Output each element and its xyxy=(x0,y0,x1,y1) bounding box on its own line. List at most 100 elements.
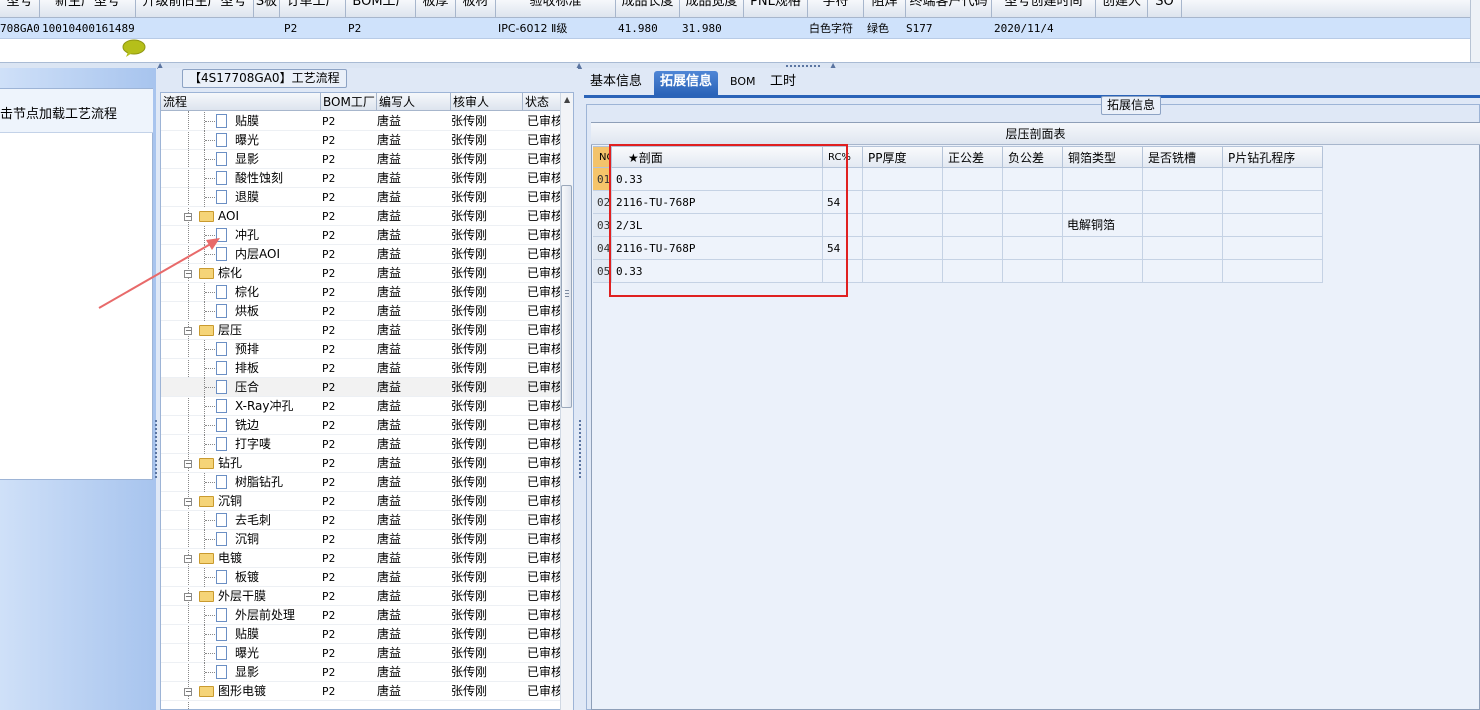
lamination-cell-copper[interactable] xyxy=(1063,260,1143,283)
process-tree-row[interactable]: 板镀 P2 唐益 张传刚 已审核 xyxy=(161,568,561,587)
lamination-cell-pp[interactable] xyxy=(863,214,943,237)
collapse-toggle-icon[interactable]: − xyxy=(184,498,192,506)
process-tree-row[interactable]: 排板 P2 唐益 张传刚 已审核 xyxy=(161,359,561,378)
col-header-material[interactable]: 板材 xyxy=(456,0,496,18)
lamination-cell-copper[interactable] xyxy=(1063,237,1143,260)
process-tree-row[interactable]: − 图形电镀 P2 唐益 张传刚 已审核 xyxy=(161,682,561,701)
lamination-cell-drill[interactable] xyxy=(1223,214,1323,237)
col-header-thickness[interactable]: 板厚 xyxy=(416,0,456,18)
lamination-cell-slot[interactable] xyxy=(1143,260,1223,283)
col-header-pnl[interactable]: PNL规格 xyxy=(744,0,808,18)
collapse-toggle-icon[interactable]: − xyxy=(184,555,192,563)
col-header-order-factory[interactable]: 订单工厂 xyxy=(280,0,346,18)
lamination-cell-drill[interactable] xyxy=(1223,237,1323,260)
process-tree-row[interactable]: − 沉铜 P2 唐益 张传刚 已审核 xyxy=(161,492,561,511)
col-header-standard[interactable]: 验收标准 xyxy=(496,0,616,18)
mid-splitter-handle[interactable] xyxy=(578,420,582,480)
col-header-pp-thickness[interactable]: PP厚度 xyxy=(863,146,943,168)
process-tree-row[interactable]: 压合 P2 唐益 张传刚 已审核 xyxy=(161,378,561,397)
process-tree-row[interactable]: 铣边 P2 唐益 张传刚 已审核 xyxy=(161,416,561,435)
lamination-cell-pp[interactable] xyxy=(863,191,943,214)
col-header-reviewer[interactable]: 核审人 xyxy=(451,93,523,111)
process-tree-row[interactable]: 退膜 P2 唐益 张传刚 已审核 xyxy=(161,188,561,207)
lamination-cell-slot[interactable] xyxy=(1143,214,1223,237)
lamination-cell-copper[interactable] xyxy=(1063,168,1143,191)
col-header-width[interactable]: 成品宽度 xyxy=(680,0,744,18)
process-tree-row[interactable]: X-Ray冲孔 P2 唐益 张传刚 已审核 xyxy=(161,397,561,416)
lamination-cell-pp[interactable] xyxy=(863,237,943,260)
lamination-cell-drill[interactable] xyxy=(1223,191,1323,214)
collapse-toggle-icon[interactable]: − xyxy=(184,460,192,468)
process-tree-row[interactable]: 去毛刺 P2 唐益 张传刚 已审核 xyxy=(161,511,561,530)
process-tree-row[interactable]: 树脂钻孔 P2 唐益 张传刚 已审核 xyxy=(161,473,561,492)
tab-extended-info[interactable]: 拓展信息 xyxy=(654,71,719,95)
process-tree-row[interactable]: 曝光 P2 唐益 张传刚 已审核 xyxy=(161,644,561,663)
col-header-neg-tolerance[interactable]: 负公差 xyxy=(1003,146,1063,168)
col-header-bom-factory[interactable]: BOM工厂 xyxy=(346,0,416,18)
col-header-created[interactable]: 型号创建时间 xyxy=(992,0,1096,18)
col-header-char[interactable]: 字符 xyxy=(808,0,864,18)
col-header-slot[interactable]: 是否铣槽 xyxy=(1143,146,1223,168)
col-header-new-model[interactable]: 新生产型号 xyxy=(40,0,136,18)
lamination-cell-slot[interactable] xyxy=(1143,237,1223,260)
process-tree-row[interactable]: 沉铜 P2 唐益 张传刚 已审核 xyxy=(161,530,561,549)
collapse-toggle-icon[interactable]: − xyxy=(184,688,192,696)
lamination-cell-pos-tol[interactable] xyxy=(943,168,1003,191)
process-tree-row[interactable]: 打字唛 P2 唐益 张传刚 已审核 xyxy=(161,435,561,454)
lamination-cell-copper[interactable] xyxy=(1063,191,1143,214)
speech-bubble-icon[interactable] xyxy=(122,39,146,57)
lamination-cell-pos-tol[interactable] xyxy=(943,237,1003,260)
lamination-cell-neg-tol[interactable] xyxy=(1003,191,1063,214)
process-tree-row[interactable]: 酸性蚀刻 P2 唐益 张传刚 已审核 xyxy=(161,169,561,188)
process-tree-row[interactable]: 外层前处理 P2 唐益 张传刚 已审核 xyxy=(161,606,561,625)
process-tree-row[interactable]: − 钻孔 P2 唐益 张传刚 已审核 xyxy=(161,454,561,473)
lamination-cell-copper[interactable]: 电解铜箔 xyxy=(1063,214,1143,237)
process-tree-row[interactable]: 显影 P2 唐益 张传刚 已审核 xyxy=(161,150,561,169)
lamination-cell-slot[interactable] xyxy=(1143,191,1223,214)
col-header-client-code[interactable]: 终端客户代码 xyxy=(906,0,992,18)
process-tree-row[interactable]: 贴膜 P2 唐益 张传刚 已审核 xyxy=(161,112,561,131)
lamination-cell-neg-tol[interactable] xyxy=(1003,214,1063,237)
process-tree-row[interactable]: 曝光 P2 唐益 张传刚 已审核 xyxy=(161,131,561,150)
col-header-model[interactable]: 型号 xyxy=(0,0,40,18)
col-header-pos-tolerance[interactable]: 正公差 xyxy=(943,146,1003,168)
lamination-cell-drill[interactable] xyxy=(1223,168,1323,191)
collapse-toggle-icon[interactable]: − xyxy=(184,213,192,221)
col-header-writer[interactable]: 编写人 xyxy=(377,93,451,111)
lamination-cell-drill[interactable] xyxy=(1223,260,1323,283)
lamination-cell-pos-tol[interactable] xyxy=(943,260,1003,283)
lamination-cell-pos-tol[interactable] xyxy=(943,214,1003,237)
tab-work-hours[interactable]: 工时 xyxy=(764,71,802,95)
lamination-cell-neg-tol[interactable] xyxy=(1003,237,1063,260)
model-grid-row[interactable]: 708GA0 10010400161489 P2 P2 IPC-6012 Ⅱ级 … xyxy=(0,18,1470,39)
process-tree-row[interactable]: − AOI P2 唐益 张传刚 已审核 xyxy=(161,207,561,226)
lamination-cell-pp[interactable] xyxy=(863,260,943,283)
col-header-copper-type[interactable]: 铜箔类型 xyxy=(1063,146,1143,168)
collapse-toggle-icon[interactable]: − xyxy=(184,327,192,335)
scroll-up-arrow-icon[interactable]: ▲ xyxy=(564,95,570,104)
top-grid-scrollbar[interactable] xyxy=(1470,0,1480,62)
col-header-status[interactable]: 状态 xyxy=(523,93,561,111)
tab-basic-info[interactable]: 基本信息 xyxy=(584,71,648,95)
col-header-creator[interactable]: 创建人 xyxy=(1096,0,1148,18)
col-header-solder-mask[interactable]: 阻焊 xyxy=(864,0,906,18)
col-header-process[interactable]: 流程 xyxy=(161,93,321,111)
lamination-cell-slot[interactable] xyxy=(1143,168,1223,191)
process-tree-row[interactable]: 贴膜 P2 唐益 张传刚 已审核 xyxy=(161,625,561,644)
tab-bom[interactable]: BOM xyxy=(724,71,762,95)
col-header-length[interactable]: 成品长度 xyxy=(616,0,680,18)
col-header-so[interactable]: SO xyxy=(1148,0,1182,18)
process-tree-row[interactable]: 显影 P2 唐益 张传刚 已审核 xyxy=(161,663,561,682)
lamination-cell-neg-tol[interactable] xyxy=(1003,260,1063,283)
col-header-old-model[interactable]: 升级前旧生产型号 xyxy=(136,0,254,18)
collapse-toggle-icon[interactable]: − xyxy=(184,593,192,601)
process-tree-row[interactable]: − 外层干膜 P2 唐益 张传刚 已审核 xyxy=(161,587,561,606)
process-tree-row[interactable]: − 层压 P2 唐益 张传刚 已审核 xyxy=(161,321,561,340)
col-header-s-board[interactable]: S板 xyxy=(254,0,280,18)
process-tree-row[interactable]: − 电镀 P2 唐益 张传刚 已审核 xyxy=(161,549,561,568)
lamination-cell-neg-tol[interactable] xyxy=(1003,168,1063,191)
process-tree-scroll-thumb[interactable] xyxy=(561,185,572,408)
process-tree-row[interactable]: 预排 P2 唐益 张传刚 已审核 xyxy=(161,340,561,359)
lamination-cell-pp[interactable] xyxy=(863,168,943,191)
col-header-bom-factory[interactable]: BOM工厂 xyxy=(321,93,377,111)
